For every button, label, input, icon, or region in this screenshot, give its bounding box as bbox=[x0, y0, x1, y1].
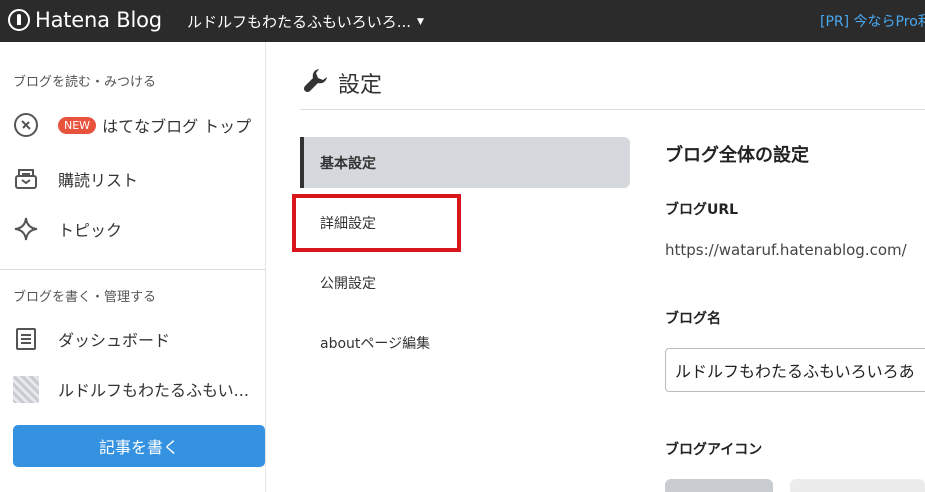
sidebar-item-label: ルドルフもわたるふもい... bbox=[58, 381, 249, 400]
blog-selector-label: ルドルフもわたるふもいろいろ... bbox=[187, 13, 412, 31]
hatena-logo-icon bbox=[8, 9, 30, 31]
sparkle-icon bbox=[13, 216, 39, 242]
sidebar-item-subscriptions[interactable]: 購読リスト bbox=[13, 166, 138, 192]
blog-url-value: https://wataruf.hatenablog.com/ bbox=[665, 241, 907, 259]
top-bar: Hatena Blog ルドルフもわたるふもいろいろ... ▼ [PR] 今なら… bbox=[0, 0, 925, 42]
sidebar-item-blog-top[interactable]: NEW はてなブログ トップ bbox=[13, 112, 251, 138]
nav-about-page-edit[interactable]: aboutページ編集 bbox=[300, 317, 630, 368]
highlight-box bbox=[292, 194, 461, 252]
logo-text: Hatena Blog bbox=[35, 8, 162, 32]
blog-name-input[interactable]: ルドルフもわたるふもいろいろあ bbox=[665, 348, 925, 392]
sidebar: ブログを読む・みつける NEW はてなブログ トップ 購読リスト トピック ブロ… bbox=[0, 42, 266, 492]
document-icon bbox=[13, 326, 39, 352]
hatena-logo[interactable]: Hatena Blog bbox=[8, 8, 162, 32]
read-section-heading: ブログを読む・みつける bbox=[13, 75, 157, 90]
blog-thumbnail-icon bbox=[13, 375, 39, 403]
compass-icon bbox=[13, 112, 39, 138]
nav-basic-settings[interactable]: 基本設定 bbox=[300, 137, 630, 188]
wrench-icon bbox=[302, 66, 330, 100]
blog-selector[interactable]: ルドルフもわたるふもいろいろ... ▼ bbox=[187, 11, 424, 32]
blog-url-label: ブログURL bbox=[665, 202, 739, 218]
section-heading: ブログ全体の設定 bbox=[665, 145, 809, 166]
page-title-text: 設定 bbox=[338, 73, 383, 98]
inbox-icon bbox=[13, 166, 39, 192]
caret-down-icon: ▼ bbox=[417, 16, 424, 27]
blog-icon-preview[interactable] bbox=[665, 479, 773, 492]
page-title: 設定 bbox=[302, 66, 382, 100]
sidebar-item-dashboard[interactable]: ダッシュボード bbox=[13, 326, 170, 352]
blog-name-label: ブログ名 bbox=[665, 311, 721, 327]
sidebar-item-label: はてなブログ トップ bbox=[102, 117, 252, 136]
blog-icon-upload-area[interactable] bbox=[790, 479, 925, 492]
sidebar-item-label: トピック bbox=[58, 221, 123, 240]
blog-icon-label: ブログアイコン bbox=[665, 442, 763, 458]
new-badge: NEW bbox=[58, 116, 97, 134]
sidebar-item-label: ダッシュボード bbox=[58, 331, 171, 350]
write-article-button[interactable]: 記事を書く bbox=[13, 425, 265, 467]
sidebar-divider bbox=[0, 269, 266, 270]
nav-publish-settings[interactable]: 公開設定 bbox=[300, 257, 630, 308]
write-section-heading: ブログを書く・管理する bbox=[13, 290, 157, 305]
sidebar-item-topics[interactable]: トピック bbox=[13, 216, 122, 242]
pro-promo-link[interactable]: [PR] 今ならPro利用 bbox=[820, 11, 925, 31]
title-divider bbox=[300, 109, 925, 110]
sidebar-item-label: 購読リスト bbox=[58, 171, 139, 190]
sidebar-item-current-blog[interactable]: ルドルフもわたるふもい... bbox=[13, 375, 249, 403]
